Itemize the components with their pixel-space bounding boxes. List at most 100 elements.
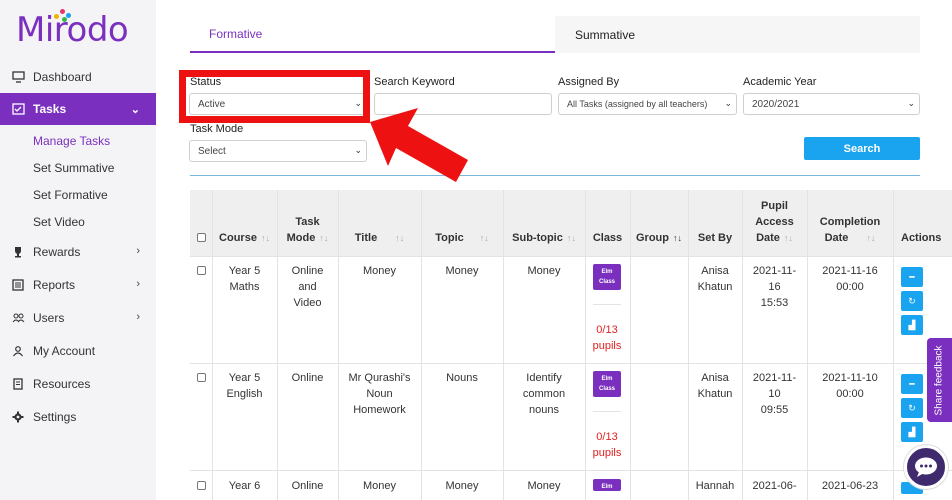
sidebar-subitem-set-summative[interactable]: Set Summative xyxy=(0,154,156,181)
task-type-tabs: Formative Summative xyxy=(190,16,920,53)
cell-task-mode: Online xyxy=(291,372,324,384)
cell-task-mode: Online xyxy=(291,480,324,492)
column-header-pupil-access-date[interactable]: Pupil Access Date ↑↓ xyxy=(742,198,807,246)
class-badge[interactable]: Elm Class xyxy=(593,264,621,290)
sidebar-item-resources[interactable]: Resources xyxy=(0,367,156,400)
chart-icon[interactable]: ▟ xyxy=(901,422,923,442)
book-icon xyxy=(11,377,25,391)
header-label: Completion xyxy=(819,216,881,228)
task-mode-select[interactable]: Select ⌄ xyxy=(189,140,367,162)
cell-task-mode: Online and Video xyxy=(291,265,324,309)
column-header-actions: Actions xyxy=(901,232,942,244)
pupils-count[interactable]: 0/13 pupils xyxy=(585,322,629,354)
sidebar-item-label: Users xyxy=(33,310,65,325)
chevron-right-icon: › xyxy=(136,311,140,323)
refresh-icon[interactable]: ↻ xyxy=(901,398,923,418)
academic-year-value: 2020/2021 xyxy=(752,98,800,110)
row-checkbox[interactable] xyxy=(197,373,206,382)
sort-icon: ↑↓ xyxy=(566,233,576,243)
brand-logo[interactable]: Mirodo xyxy=(16,10,129,50)
chevron-right-icon: › xyxy=(136,278,140,290)
tab-summative[interactable]: Summative xyxy=(555,16,920,53)
cell-title[interactable]: Mr Qurashi's Noun Homework xyxy=(338,370,421,418)
filters-divider xyxy=(190,175,920,176)
sidebar-subitem-set-formative[interactable]: Set Formative xyxy=(0,181,156,208)
sidebar-item-reports[interactable]: Reports › xyxy=(0,268,156,301)
column-header-subtopic[interactable]: Sub-topic ↑↓ xyxy=(503,230,585,246)
header-label: Topic xyxy=(435,232,464,244)
header-label: Task xyxy=(295,216,320,228)
class-badge[interactable]: Elm xyxy=(593,479,621,491)
chart-icon[interactable]: ▟ xyxy=(901,315,923,335)
sort-icon: ↑↓ xyxy=(673,233,682,243)
remove-icon[interactable]: ━ xyxy=(901,267,923,287)
sidebar-subitem-manage-tasks[interactable]: Manage Tasks xyxy=(0,127,156,154)
cell-subtopic: Money xyxy=(527,265,561,277)
column-header-topic[interactable]: Topic ↑↓ xyxy=(421,230,503,246)
task-mode-value: Select xyxy=(198,145,226,157)
cell-pupil-access-date: 2021-06- xyxy=(752,480,797,492)
monitor-icon xyxy=(11,70,25,84)
sidebar-item-tasks[interactable]: Tasks ⌄ xyxy=(0,93,156,125)
sidebar-item-my-account[interactable]: My Account xyxy=(0,334,156,367)
header-label: Sub-topic xyxy=(512,232,563,244)
header-label: Date xyxy=(756,232,780,244)
column-header-completion-date[interactable]: Completion Date ↑↓ xyxy=(807,214,893,246)
class-badge[interactable]: Elm Class xyxy=(593,371,621,397)
account-icon xyxy=(11,344,25,358)
refresh-icon[interactable]: ↻ xyxy=(901,291,923,311)
header-label: Group xyxy=(636,232,669,244)
row-checkbox[interactable] xyxy=(197,266,206,275)
sidebar-nav: Dashboard Tasks ⌄ Manage Tasks Set Summa… xyxy=(0,60,156,433)
sort-icon: ↑↓ xyxy=(479,233,489,243)
search-button[interactable]: Search xyxy=(804,137,920,160)
cell-title[interactable]: Money xyxy=(338,478,421,494)
pupils-count[interactable]: 0/13 pupils xyxy=(585,429,629,461)
header-label: Title xyxy=(354,232,378,244)
academic-year-select[interactable]: 2020/2021 ⌄ xyxy=(743,93,920,115)
sidebar-item-rewards[interactable]: Rewards › xyxy=(0,235,156,268)
sidebar-item-dashboard[interactable]: Dashboard xyxy=(0,60,156,93)
sidebar-item-settings[interactable]: Settings xyxy=(0,400,156,433)
assigned-by-value: All Tasks (assigned by all teachers) xyxy=(567,99,708,109)
column-header-class: Class xyxy=(592,232,623,244)
select-all-checkbox[interactable] xyxy=(197,233,206,242)
chevron-down-icon: ⌄ xyxy=(724,98,732,108)
cell-title[interactable]: Money xyxy=(338,263,421,279)
cell-completion-date: 2021-11-16 00:00 xyxy=(822,265,878,293)
sidebar-item-users[interactable]: Users › xyxy=(0,301,156,334)
cell-subtopic: Money xyxy=(527,480,561,492)
badge-separator xyxy=(593,304,621,305)
column-header-course[interactable]: Course ↑↓ xyxy=(212,230,277,246)
search-keyword-label: Search Keyword xyxy=(374,76,455,88)
row-divider xyxy=(190,470,952,471)
cell-completion-date: 2021-06-23 xyxy=(821,480,879,492)
assigned-by-select[interactable]: All Tasks (assigned by all teachers) ⌄ xyxy=(558,93,737,115)
cell-topic: Nouns xyxy=(446,372,478,384)
row-divider xyxy=(190,256,952,257)
cell-topic: Money xyxy=(445,480,479,492)
remove-icon[interactable]: ━ xyxy=(901,374,923,394)
column-header-title[interactable]: Title ↑↓ xyxy=(338,230,421,246)
tasks-table: Course ↑↓ Task Mode ↑↓ Title ↑↓ Topic ↑↓ Sub-… xyxy=(190,190,952,500)
academic-year-label: Academic Year xyxy=(743,76,817,88)
sidebar-item-label: Resources xyxy=(33,376,91,391)
cell-set-by: Anisa Khatun xyxy=(697,265,733,293)
sidebar-item-label: Reports xyxy=(33,277,76,292)
sidebar-subitem-set-video[interactable]: Set Video xyxy=(0,208,156,235)
sort-icon: ↑↓ xyxy=(395,233,405,243)
column-header-set-by: Set By xyxy=(697,232,733,244)
trophy-icon xyxy=(11,245,25,259)
row-checkbox[interactable] xyxy=(197,481,206,490)
cell-set-by: Hannah xyxy=(695,480,735,492)
tab-formative[interactable]: Formative xyxy=(190,16,555,53)
sort-icon: ↑↓ xyxy=(783,233,793,243)
chat-icon xyxy=(915,457,937,477)
column-header-task-mode[interactable]: Task Mode ↑↓ xyxy=(277,214,338,246)
sort-icon: ↑↓ xyxy=(866,233,876,243)
header-label: Mode xyxy=(286,232,316,244)
chat-launcher[interactable] xyxy=(904,445,948,489)
share-feedback-tab[interactable]: Share feedback xyxy=(927,338,952,422)
column-header-group[interactable]: Group ↑↓ xyxy=(630,230,688,246)
cell-course: Year 5 English xyxy=(226,372,263,400)
